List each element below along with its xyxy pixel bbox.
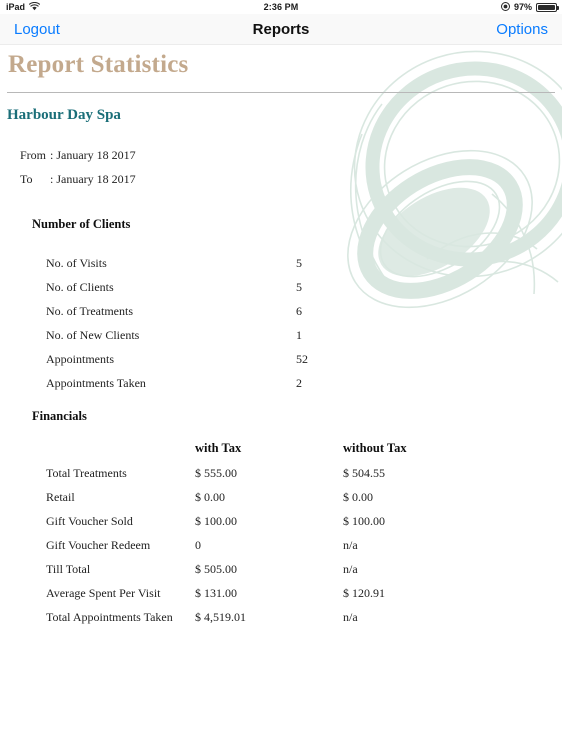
fin-label: Till Total [46, 562, 91, 576]
section-heading-number-of-clients: Number of Clients [32, 217, 131, 231]
to-label: To [20, 172, 33, 186]
navigation-bar: Logout Reports Options [0, 14, 562, 45]
fin-without-tax: $ 0.00 [343, 490, 373, 504]
location-services-icon [500, 1, 510, 13]
stat-label: No. of Clients [46, 280, 114, 294]
fin-with-tax: $ 131.00 [195, 586, 237, 600]
to-value: : January 18 2017 [50, 172, 136, 186]
stat-value: 1 [296, 328, 302, 342]
fin-label: Total Treatments [46, 466, 127, 480]
fin-with-tax: $ 100.00 [195, 514, 237, 528]
fin-without-tax: $ 120.91 [343, 586, 385, 600]
battery-percent-label: 97% [513, 2, 532, 12]
fin-without-tax: $ 504.55 [343, 466, 385, 480]
date-range-to: To : January 18 2017 [20, 172, 136, 187]
stat-value: 5 [296, 280, 302, 294]
fin-label: Total Appointments Taken [46, 610, 173, 624]
title-divider [7, 92, 555, 93]
section-heading-financials: Financials [32, 409, 87, 423]
stat-label: Appointments Taken [46, 376, 146, 390]
stat-value: 2 [296, 376, 302, 390]
stat-label: No. of Visits [46, 256, 107, 270]
column-header-without-tax: without Tax [343, 441, 407, 455]
fin-label: Gift Voucher Redeem [46, 538, 151, 552]
stat-label: No. of Treatments [46, 304, 133, 318]
from-value: : January 18 2017 [50, 148, 136, 162]
status-bar-right: 97% [500, 1, 559, 13]
stat-value: 5 [296, 256, 302, 270]
stat-value: 52 [296, 352, 308, 366]
fin-without-tax: n/a [343, 538, 358, 552]
company-name: Harbour Day Spa [7, 107, 121, 123]
stat-label: Appointments [46, 352, 114, 366]
status-bar-clock: 2:36 PM [263, 2, 299, 12]
report-statistics-title: Report Statistics [8, 51, 189, 78]
fin-with-tax: 0 [195, 538, 201, 552]
fin-without-tax: n/a [343, 610, 358, 624]
fin-with-tax: $ 555.00 [195, 466, 237, 480]
options-button[interactable]: Options [496, 21, 548, 38]
from-label: From [20, 148, 47, 162]
status-bar: iPad 2:36 PM 97% [0, 0, 562, 14]
fin-without-tax: $ 100.00 [343, 514, 385, 528]
stat-value: 6 [296, 304, 302, 318]
fin-label: Gift Voucher Sold [46, 514, 133, 528]
battery-icon [536, 2, 559, 12]
stat-label: No. of New Clients [46, 328, 140, 342]
fin-without-tax: n/a [343, 562, 358, 576]
fin-with-tax: $ 0.00 [195, 490, 225, 504]
fin-with-tax: $ 505.00 [195, 562, 237, 576]
page-title: Reports [252, 20, 310, 38]
date-range-from: From: January 18 2017 [20, 148, 136, 163]
fin-label: Retail [46, 490, 75, 504]
column-header-with-tax: with Tax [195, 441, 242, 455]
fin-label: Average Spent Per Visit [46, 586, 161, 600]
fin-with-tax: $ 4,519.01 [195, 610, 246, 624]
